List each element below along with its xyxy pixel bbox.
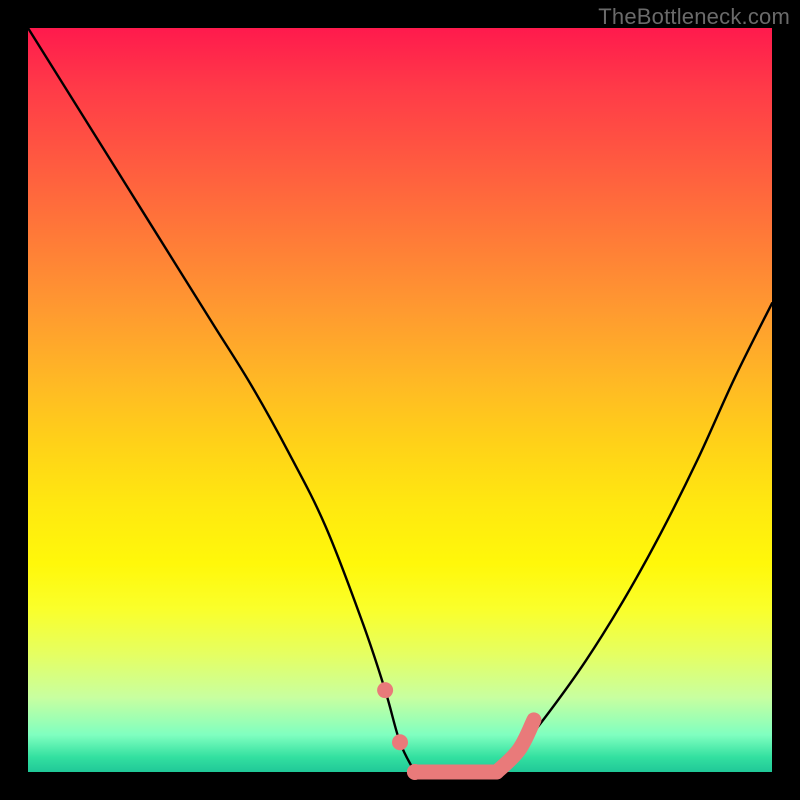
highlight-dot <box>407 764 423 780</box>
curve-left-branch <box>28 28 415 772</box>
highlight-dot <box>392 734 408 750</box>
curve-right-branch <box>497 303 772 772</box>
chart-frame: TheBottleneck.com <box>0 0 800 800</box>
curve-layer <box>28 28 772 772</box>
watermark-text: TheBottleneck.com <box>598 4 790 30</box>
highlight-segment-right <box>497 720 534 772</box>
highlight-dot <box>377 682 393 698</box>
